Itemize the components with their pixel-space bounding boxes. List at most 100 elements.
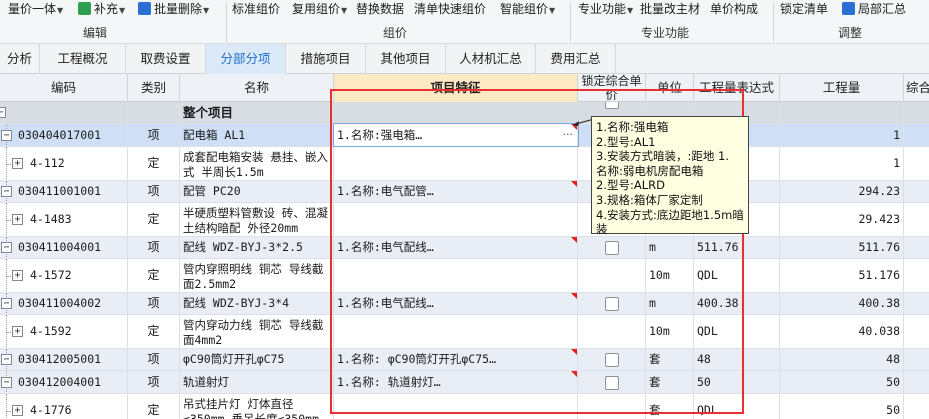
cell-qty[interactable]: 511.76	[780, 237, 904, 258]
cell-code[interactable]: +4-1776	[0, 394, 128, 419]
grid-row-quota[interactable]: +4-1483 定 半硬质塑料管敷设 砖、混凝土结构暗配 外径20mm 29.423	[0, 203, 929, 237]
lock-price-checkbox-all[interactable]	[605, 102, 619, 109]
tab-other-items[interactable]: 其他项目	[366, 44, 446, 74]
collapse-icon[interactable]: −	[1, 186, 12, 197]
grid-row-quota[interactable]: +4-112 定 成套配电箱安装 悬挂、嵌入式 半周长1.5m 1	[0, 147, 929, 181]
cell-code[interactable]: −030412004001	[0, 371, 128, 393]
cell-qty[interactable]: 1	[780, 124, 904, 146]
grid-row-group[interactable]: − 整个项目	[0, 102, 929, 124]
cell-type[interactable]: 定	[128, 203, 180, 236]
cell-qty[interactable]: 48	[780, 349, 904, 370]
cell-feature[interactable]	[334, 259, 578, 292]
cell-type[interactable]: 项	[128, 293, 180, 314]
cell-name[interactable]: 吊式挂片灯 灯体直径≤350mm 垂吊长度≤350mm	[180, 394, 334, 419]
cell-unit[interactable]: 10m	[646, 259, 694, 292]
cell-qty[interactable]: 1	[780, 147, 904, 180]
lock-price-checkbox[interactable]	[605, 241, 619, 255]
cell-feature[interactable]	[334, 394, 578, 419]
grid-row-bill-item[interactable]: −030411004001 项 配线 WDZ-BYJ-3*2.5 1.名称:电气配线……	[0, 237, 929, 259]
cell-unit[interactable]: 套	[646, 349, 694, 370]
cell-name[interactable]: 整个项目	[180, 102, 334, 123]
cell-name[interactable]: 成套配电箱安装 悬挂、嵌入式 半周长1.5m	[180, 147, 334, 180]
grid-row-quota[interactable]: +4-1572 定 管内穿照明线 铜芯 导线截面2.5mm2 10m QDL 51.176	[0, 259, 929, 293]
cell-qty[interactable]: 50	[780, 371, 904, 393]
collapse-icon[interactable]: −	[1, 354, 12, 365]
ribbon-btn-partial-summary[interactable]: 局部汇总	[842, 0, 906, 18]
ribbon-btn-price-integration[interactable]: 量价一体▼	[8, 0, 63, 18]
cell-code[interactable]: −030411004002	[0, 293, 128, 314]
collapse-icon[interactable]: −	[0, 107, 6, 118]
cell-code[interactable]: −030404017001	[0, 124, 128, 146]
collapse-icon[interactable]: −	[1, 298, 12, 309]
cell-feature[interactable]: 1.名称:电气配管…	[334, 181, 578, 202]
grid-row-bill-item[interactable]: −030412005001 项 φC90筒灯开孔φC75 1.名称: φC90筒灯开孔…	[0, 349, 929, 371]
cell-expr[interactable]: 511.76	[694, 237, 780, 258]
grid-row-bill-item[interactable]: −030412004001 项 轨道射灯 1.名称: 轨道射灯… 套 50 50	[0, 371, 929, 394]
col-header-type[interactable]: 类别	[128, 74, 180, 102]
cell-type[interactable]: 项	[128, 349, 180, 370]
cell-name[interactable]: 管内穿照明线 铜芯 导线截面2.5mm2	[180, 259, 334, 292]
ribbon-btn-batch-delete[interactable]: 批量删除▼	[138, 0, 209, 18]
cell-type[interactable]: 定	[128, 259, 180, 292]
cell-name[interactable]: 配电箱 AL1	[180, 124, 334, 146]
cell-name[interactable]: 配线 WDZ-BYJ-3*2.5	[180, 237, 334, 258]
cell-code[interactable]: −030411001001	[0, 181, 128, 202]
col-header-unit[interactable]: 单位	[646, 74, 694, 102]
ribbon-btn-supplement[interactable]: 补充▼	[78, 0, 125, 18]
cell-type[interactable]: 项	[128, 124, 180, 146]
cell-name[interactable]: 配管 PC20	[180, 181, 334, 202]
lock-price-checkbox[interactable]	[605, 297, 619, 311]
cell-expr[interactable]: QDL	[694, 394, 780, 419]
col-header-quantity[interactable]: 工程量	[780, 74, 904, 102]
cell-feature[interactable]	[334, 203, 578, 236]
col-header-expression[interactable]: 工程量表达式	[694, 74, 780, 102]
cell-qty[interactable]: 29.423	[780, 203, 904, 236]
cell-qty[interactable]: 51.176	[780, 259, 904, 292]
col-header-lock-price[interactable]: 锁定综合单价	[578, 74, 646, 102]
ribbon-btn-quick-pricing[interactable]: 清单快速组价	[414, 0, 486, 18]
collapse-icon[interactable]: −	[1, 242, 12, 253]
lock-price-checkbox[interactable]	[605, 353, 619, 367]
cell-feature[interactable]	[334, 102, 578, 123]
cell-qty[interactable]: 40.038	[780, 315, 904, 348]
ribbon-btn-reuse-pricing[interactable]: 复用组价▼	[292, 0, 347, 18]
cell-qty[interactable]: 50	[780, 394, 904, 419]
cell-code[interactable]: −	[0, 102, 128, 123]
expand-icon[interactable]: +	[12, 158, 23, 169]
cell-code[interactable]: −030411004001	[0, 237, 128, 258]
cell-type[interactable]: 项	[128, 181, 180, 202]
ribbon-btn-replace-data[interactable]: 替换数据	[356, 0, 404, 18]
cell-type[interactable]: 定	[128, 315, 180, 348]
cell-feature[interactable]: 1.名称: 轨道射灯…	[334, 371, 578, 393]
cell-type[interactable]: 项	[128, 371, 180, 393]
ribbon-btn-batch-main-material[interactable]: 批量改主材	[640, 0, 700, 18]
cell-unit[interactable]: 10m	[646, 315, 694, 348]
tab-project-overview[interactable]: 工程概况	[40, 44, 126, 74]
cell-expr[interactable]: QDL	[694, 315, 780, 348]
ribbon-btn-smart-pricing[interactable]: 智能组价▼	[500, 0, 555, 18]
cell-expr[interactable]: 400.38	[694, 293, 780, 314]
cell-name[interactable]: 轨道射灯	[180, 371, 334, 393]
cell-unit[interactable]: m	[646, 237, 694, 258]
cell-feature[interactable]: 1.名称:强电箱… ···	[333, 123, 579, 147]
cell-name[interactable]: φC90筒灯开孔φC75	[180, 349, 334, 370]
cell-unit[interactable]: 套	[646, 371, 694, 393]
tab-sub-items[interactable]: 分部分项	[206, 44, 286, 74]
cell-code[interactable]: +4-112	[0, 147, 128, 180]
grid-row-bill-item[interactable]: −030404017001 项 配电箱 AL1 1.名称:强电箱… ··· 1	[0, 123, 929, 147]
cell-expr[interactable]: 50	[694, 371, 780, 393]
ribbon-btn-unit-price-composition[interactable]: 单价构成	[710, 0, 758, 18]
expand-icon[interactable]: +	[12, 405, 23, 416]
cell-qty[interactable]: 400.38	[780, 293, 904, 314]
cell-name[interactable]: 半硬质塑料管敷设 砖、混凝土结构暗配 外径20mm	[180, 203, 334, 236]
tab-labor-material-summary[interactable]: 人材机汇总	[446, 44, 536, 74]
cell-unit[interactable]: m	[646, 293, 694, 314]
lock-price-checkbox[interactable]	[605, 376, 619, 390]
expand-icon[interactable]: +	[12, 214, 23, 225]
cell-expr[interactable]: QDL	[694, 259, 780, 292]
col-header-composite[interactable]: 综合	[904, 74, 929, 102]
collapse-icon[interactable]: −	[1, 377, 12, 388]
cell-type[interactable]: 项	[128, 237, 180, 258]
cell-qty[interactable]	[780, 102, 904, 123]
cell-feature[interactable]	[334, 147, 578, 180]
